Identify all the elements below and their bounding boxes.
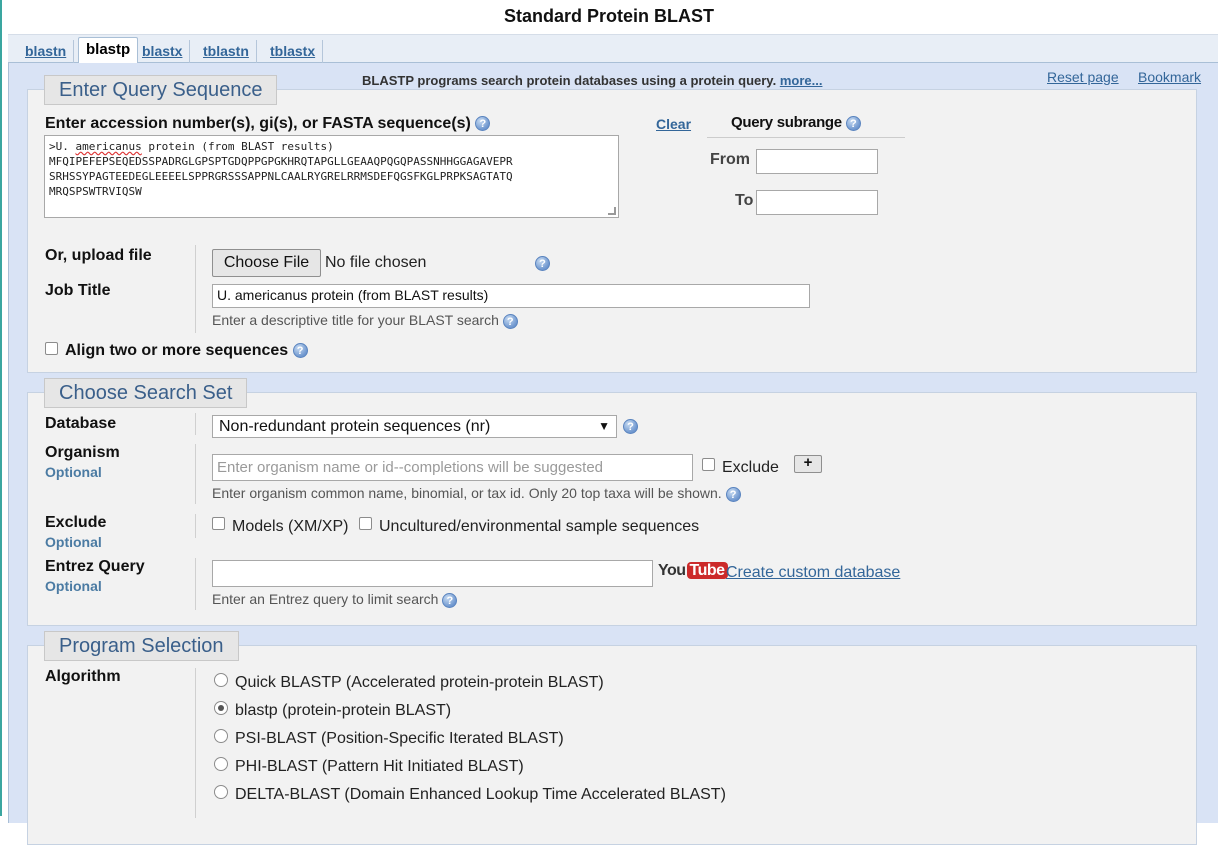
organism-exclude-checkbox[interactable] — [702, 458, 715, 471]
algorithm-option-label: blastp (protein-protein BLAST) — [235, 702, 452, 719]
exclude-label: Exclude — [45, 514, 107, 531]
query-section-legend: Enter Query Sequence — [44, 75, 278, 105]
page-title: Standard Protein BLAST — [503, 6, 714, 26]
label-divider — [195, 444, 196, 504]
tab-blastp[interactable]: blastp — [78, 37, 139, 64]
seq-header-prefix: >U. — [49, 140, 76, 153]
entrez-hint-text: Enter an Entrez query to limit search — [212, 591, 439, 607]
algorithm-option-label: DELTA-BLAST (Domain Enhanced Lookup Time… — [235, 786, 726, 803]
organism-hint-text: Enter organism common name, binomial, or… — [212, 485, 722, 501]
job-title-label: Job Title — [45, 282, 111, 299]
label-divider — [195, 514, 196, 538]
label-divider — [195, 413, 196, 435]
job-title-help-icon[interactable]: ? — [502, 313, 518, 329]
align-sequences-text: Align two or more sequences — [65, 342, 289, 359]
program-selection-legend: Program Selection — [44, 631, 239, 661]
organism-optional-label: Optional — [45, 464, 102, 480]
bookmark-link[interactable]: Bookmark — [1138, 69, 1201, 85]
align-help-icon[interactable]: ? — [292, 343, 308, 359]
entrez-optional-label: Optional — [45, 578, 102, 594]
from-label: From — [710, 151, 750, 168]
tab-blastx[interactable]: blastx — [135, 40, 191, 64]
algorithm-radio-psi-blast[interactable] — [214, 729, 228, 743]
description-text: BLASTP programs search protein databases… — [362, 73, 777, 88]
algorithm-label: Algorithm — [45, 668, 121, 685]
choose-file-button[interactable]: Choose File — [212, 249, 321, 277]
subrange-from-input[interactable] — [756, 149, 878, 174]
uncultured-checkbox[interactable] — [359, 517, 372, 530]
job-title-input[interactable]: U. americanus protein (from BLAST result… — [212, 284, 810, 308]
search-set-legend: Choose Search Set — [44, 378, 248, 408]
tab-tblastn[interactable]: tblastn — [196, 40, 257, 64]
more-link[interactable]: more... — [780, 73, 823, 88]
subrange-to-input[interactable] — [756, 190, 878, 215]
add-organism-button[interactable]: + — [794, 455, 822, 473]
align-sequences-label: Align two or more sequences ? — [65, 342, 308, 360]
algorithm-radio-delta-blast[interactable] — [214, 785, 228, 799]
exclude-optional-label: Optional — [45, 534, 102, 550]
algorithm-radio-quick-blastp[interactable] — [214, 673, 228, 687]
algorithm-option-label: PHI-BLAST (Pattern Hit Initiated BLAST) — [235, 758, 524, 775]
query-label: Enter accession number(s), gi(s), or FAS… — [45, 115, 491, 133]
seq-header-rest: protein (from BLAST results) — [141, 140, 334, 153]
upload-file-label: Or, upload file — [45, 247, 152, 264]
reset-page-link[interactable]: Reset page — [1047, 69, 1119, 85]
database-select[interactable]: Non-redundant protein sequences (nr) ▼ — [212, 415, 617, 438]
organism-input[interactable]: Enter organism name or id--completions w… — [212, 454, 693, 481]
label-divider — [195, 558, 196, 610]
job-title-hint: Enter a descriptive title for your BLAST… — [212, 312, 518, 329]
query-subrange-title: Query subrange ? — [731, 114, 861, 131]
label-divider — [195, 668, 196, 818]
database-label: Database — [45, 415, 117, 432]
create-custom-database-link[interactable]: Create custom database — [726, 564, 900, 582]
models-label: Models (XM/XP) — [232, 518, 349, 535]
organism-hint: Enter organism common name, binomial, or… — [212, 485, 741, 502]
upload-help-icon[interactable]: ? — [535, 256, 550, 271]
page-left-border — [0, 0, 2, 816]
organism-help-icon[interactable]: ? — [725, 486, 741, 502]
youtube-tube-text: Tube — [686, 562, 728, 579]
algorithm-option-label: PSI-BLAST (Position-Specific Iterated BL… — [235, 730, 564, 747]
tab-tblastx[interactable]: tblastx — [263, 40, 324, 64]
program-tabs: blastn blastp blastx tblastn tblastx — [8, 35, 1218, 64]
organism-label: Organism — [45, 444, 120, 461]
main-panel: BLASTP programs search protein databases… — [8, 63, 1218, 845]
align-sequences-checkbox[interactable] — [45, 342, 58, 355]
subrange-title-text: Query subrange — [731, 114, 842, 131]
database-selected-value: Non-redundant protein sequences (nr) — [219, 418, 491, 435]
subrange-divider — [707, 137, 905, 138]
dropdown-arrow-icon: ▼ — [598, 419, 610, 433]
uncultured-label: Uncultured/environmental sample sequence… — [379, 518, 700, 535]
job-title-hint-text: Enter a descriptive title for your BLAST… — [212, 312, 499, 328]
entrez-query-input[interactable] — [212, 560, 653, 587]
seq-header-misspelled-word: americanus — [75, 140, 142, 153]
query-label-text: Enter accession number(s), gi(s), or FAS… — [45, 115, 471, 132]
entrez-hint: Enter an Entrez query to limit search ? — [212, 591, 458, 608]
youtube-you-text: You — [658, 562, 686, 579]
clear-link[interactable]: Clear — [656, 116, 691, 132]
query-help-icon[interactable]: ? — [475, 116, 491, 132]
seq-line: MFQIPEFEPSEQEDSSPADRGLGPSPTGDQPPGPGKHRQT… — [49, 155, 513, 168]
subrange-help-icon[interactable]: ? — [845, 115, 861, 131]
resize-handle-icon[interactable] — [608, 207, 616, 215]
query-sequence-textarea[interactable]: >U. americanus protein (from BLAST resul… — [44, 135, 619, 218]
youtube-logo[interactable]: You Tube — [658, 562, 728, 580]
program-selection-section — [27, 645, 1197, 845]
organism-exclude-label: Exclude — [722, 459, 779, 476]
entrez-help-icon[interactable]: ? — [442, 592, 458, 608]
label-divider — [195, 245, 196, 333]
seq-line: SRHSSYPAGTEEDEGLEEEELSPPRGRSSSAPPNLCAALR… — [49, 170, 513, 183]
no-file-chosen-text: No file chosen — [325, 254, 427, 271]
models-checkbox[interactable] — [212, 517, 225, 530]
seq-line: MRQSPSWTRVIQSW — [49, 185, 142, 198]
tab-blastn[interactable]: blastn — [18, 40, 75, 64]
to-label: To — [735, 192, 754, 209]
algorithm-radio-phi-blast[interactable] — [214, 757, 228, 771]
algorithm-option-label: Quick BLASTP (Accelerated protein-protei… — [235, 674, 604, 691]
database-help-icon[interactable]: ? — [623, 419, 638, 434]
algorithm-radio-blastp[interactable] — [214, 701, 228, 715]
program-description: BLASTP programs search protein databases… — [362, 73, 822, 88]
entrez-query-label: Entrez Query — [45, 558, 145, 575]
